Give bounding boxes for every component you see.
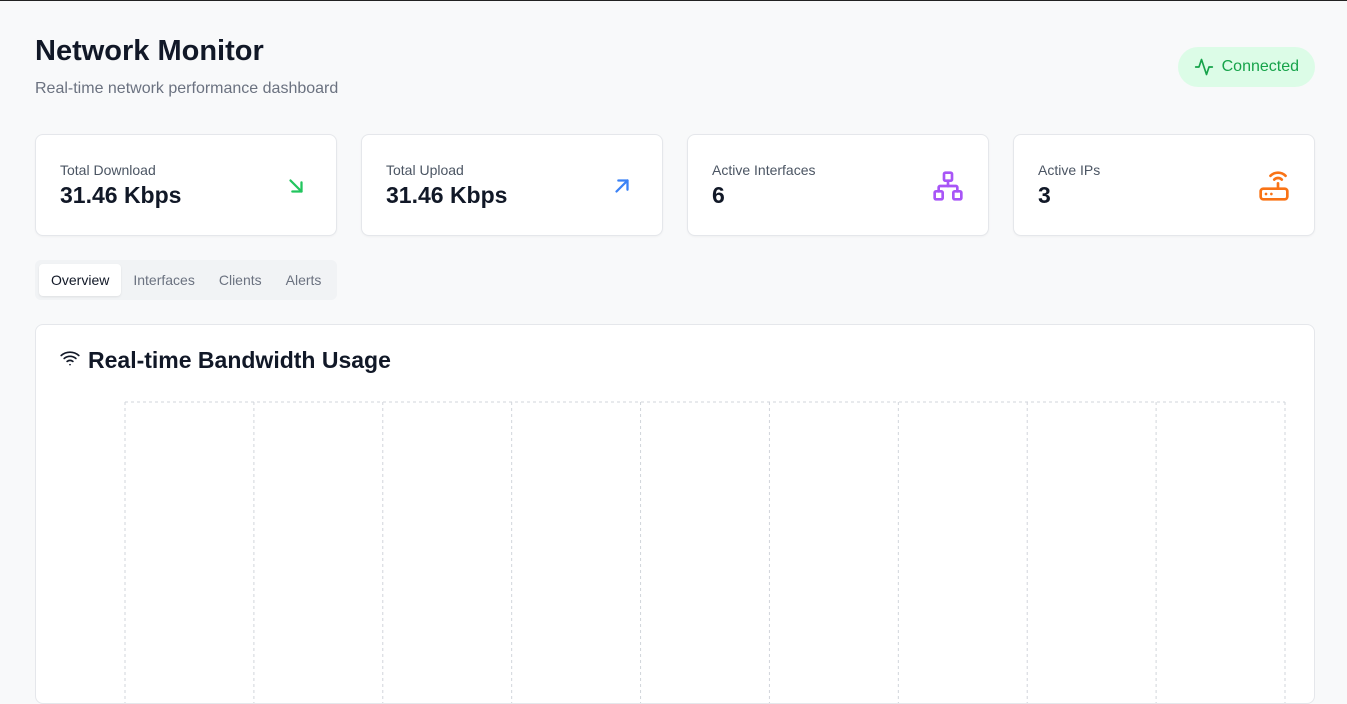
stat-card-total-upload: Total Upload 31.46 Kbps <box>361 134 663 236</box>
tab-bar: Overview Interfaces Clients Alerts <box>35 260 338 300</box>
activity-icon <box>1194 57 1214 77</box>
chart-grid <box>124 401 1286 703</box>
bandwidth-chart <box>124 401 1286 703</box>
stat-label: Total Download <box>60 162 156 178</box>
tab-interfaces[interactable]: Interfaces <box>121 264 206 296</box>
stat-value: 31.46 Kbps <box>60 182 182 208</box>
stat-label: Active Interfaces <box>712 162 816 178</box>
page-title: Network Monitor <box>35 35 264 67</box>
stats-cards: Total Download 31.46 Kbps Total Upload 3… <box>35 134 1315 236</box>
stat-label: Active IPs <box>1038 162 1101 178</box>
page-header: Network Monitor Real-time network perfor… <box>35 33 338 99</box>
arrow-down-right-icon <box>280 170 312 202</box>
tab-alerts[interactable]: Alerts <box>274 264 334 296</box>
stat-label: Total Upload <box>386 162 464 178</box>
stat-value: 6 <box>712 182 725 208</box>
stat-card-active-interfaces: Active Interfaces 6 <box>687 134 989 236</box>
page-subtitle: Real-time network performance dashboard <box>35 80 339 97</box>
stat-card-total-download: Total Download 31.46 Kbps <box>35 134 337 236</box>
router-icon <box>1258 170 1290 202</box>
tab-overview[interactable]: Overview <box>39 264 122 296</box>
network-icon <box>932 170 964 202</box>
stat-value: 3 <box>1038 182 1051 208</box>
stat-card-active-ips: Active IPs 3 <box>1013 134 1315 236</box>
connection-status-label: Connected <box>1221 58 1299 75</box>
bandwidth-panel: Real-time Bandwidth Usage <box>35 324 1315 704</box>
arrow-up-right-icon <box>606 170 638 202</box>
stat-value: 31.46 Kbps <box>386 182 508 208</box>
connection-status-badge: Connected <box>1177 47 1315 87</box>
tab-clients[interactable]: Clients <box>207 264 274 296</box>
